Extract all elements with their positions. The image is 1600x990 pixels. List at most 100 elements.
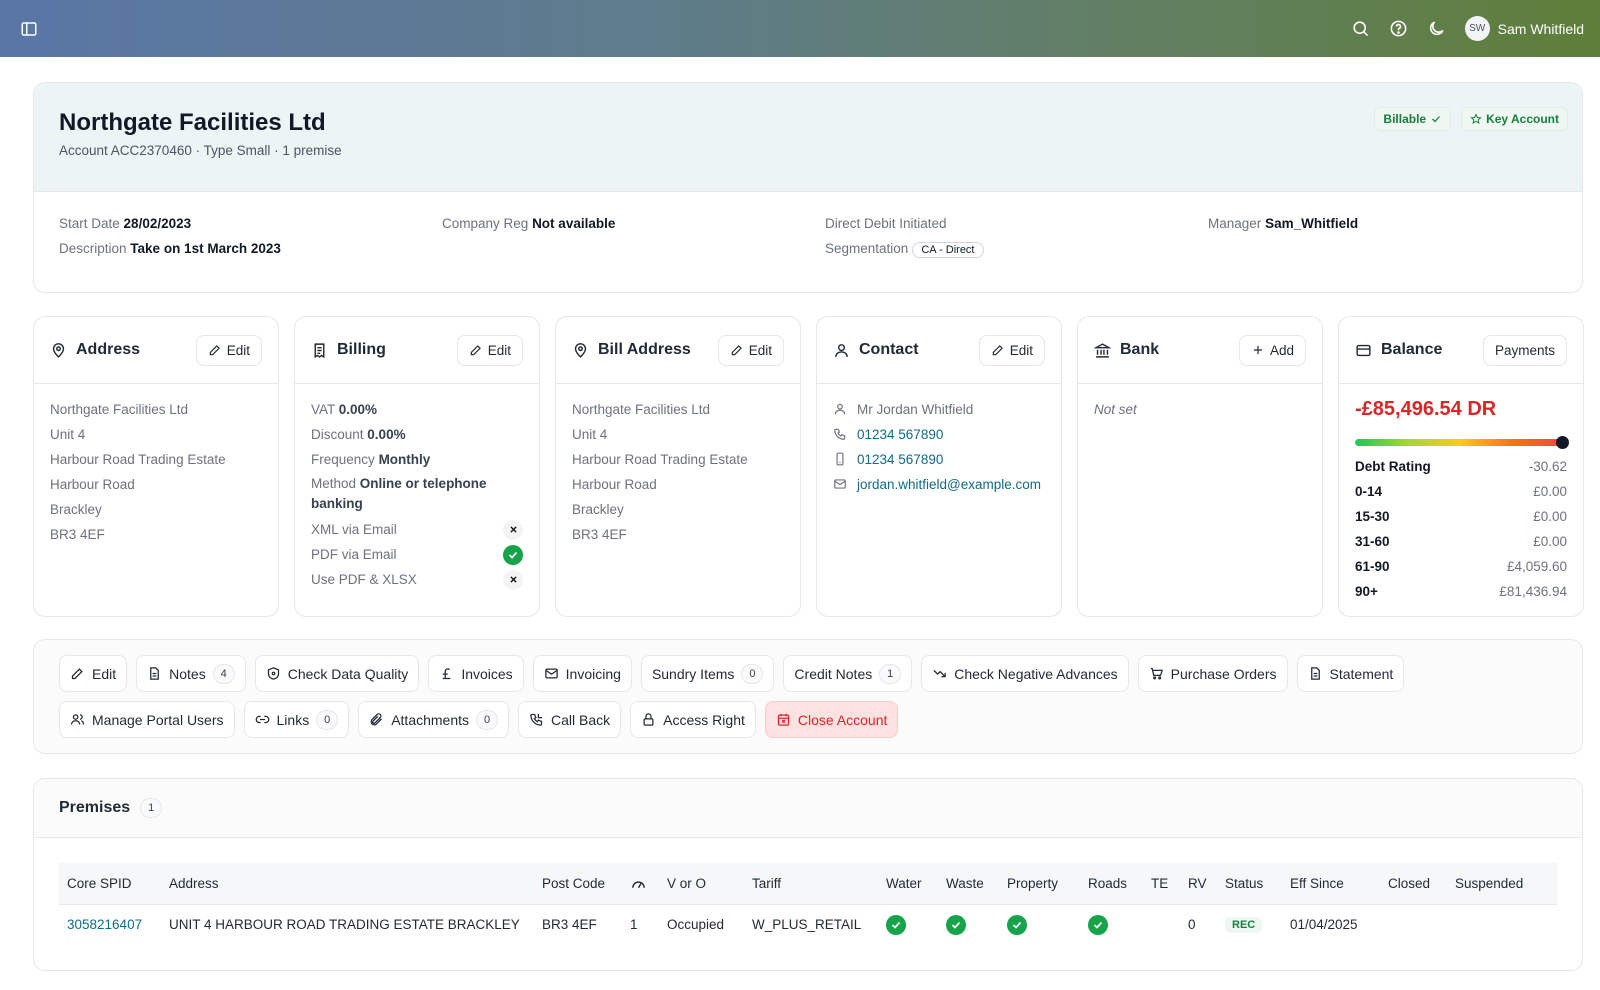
premise-meters: 1 xyxy=(630,917,638,933)
sundry-items-button[interactable]: Sundry Items 0 xyxy=(640,655,775,692)
col-closed[interactable]: Closed xyxy=(1380,863,1447,905)
col-waste[interactable]: Waste xyxy=(938,863,999,905)
edit-billing-button[interactable]: Edit xyxy=(456,334,523,366)
trending-down-icon xyxy=(933,669,946,678)
add-bank-button[interactable]: Add xyxy=(1238,334,1306,366)
contact-phone-row[interactable]: 01234 567890 xyxy=(833,422,1045,447)
links-button[interactable]: Links 0 xyxy=(243,701,350,738)
check-circle-icon xyxy=(503,544,523,565)
bank-icon xyxy=(1094,342,1111,359)
col-eff-since[interactable]: Eff Since xyxy=(1282,863,1380,905)
payments-button[interactable]: Payments xyxy=(1482,334,1567,366)
roads-check-icon xyxy=(1088,914,1108,935)
attachments-button[interactable]: Attachments 0 xyxy=(358,701,510,738)
bill-address-line: Harbour Road Trading Estate xyxy=(572,452,748,467)
col-address[interactable]: Address xyxy=(161,863,534,905)
premise-post-code: BR3 4EF xyxy=(542,917,597,933)
contact-name-row: Mr Jordan Whitfield xyxy=(833,397,1045,422)
shield-icon xyxy=(267,667,279,680)
paperclip-icon xyxy=(370,713,383,726)
balance-amount: -£85,496.54 DR xyxy=(1355,398,1497,420)
col-core-spid[interactable]: Core SPID xyxy=(59,863,161,905)
edit-account-button[interactable]: Edit xyxy=(59,655,128,692)
core-spid-link[interactable]: 3058216407 xyxy=(67,917,142,932)
check-negative-advances-button[interactable]: Check Negative Advances xyxy=(921,655,1129,692)
notes-count: 4 xyxy=(212,663,235,684)
contact-email-row[interactable]: jordan.whitfield@example.com xyxy=(833,472,1045,495)
panel-title: Contact xyxy=(859,341,919,358)
top-bar: SW Sam Whitfield xyxy=(0,0,1600,57)
address-line: Brackley xyxy=(50,502,102,517)
premises-count: 1 xyxy=(140,798,163,818)
bill-address-line: Unit 4 xyxy=(572,427,608,442)
bank-panel: Bank Add Not set xyxy=(1077,316,1323,617)
col-tariff[interactable]: Tariff xyxy=(744,863,878,905)
debt-row: 61-90 £4,059.60 xyxy=(1355,559,1567,574)
address-line: Northgate Facilities Ltd xyxy=(50,402,189,417)
call-back-button[interactable]: Call Back xyxy=(518,701,622,738)
sidebar-toggle-icon[interactable] xyxy=(20,20,38,38)
property-check-icon xyxy=(1007,914,1027,935)
status-badge: REC xyxy=(1225,917,1263,934)
invoices-button[interactable]: Invoices xyxy=(428,655,524,692)
billable-badge: Billable xyxy=(1374,107,1452,131)
bill-address-line: Brackley xyxy=(572,502,624,517)
purchase-orders-button[interactable]: Purchase Orders xyxy=(1137,655,1288,692)
direct-debit-field: Direct Debit Initiated xyxy=(825,216,947,231)
dark-mode-icon[interactable] xyxy=(1427,19,1446,38)
col-post-code[interactable]: Post Code xyxy=(534,863,622,905)
premise-suspended xyxy=(1447,904,1557,945)
col-meters[interactable] xyxy=(622,863,659,905)
edit-contact-button[interactable]: Edit xyxy=(978,334,1045,366)
discount-field: Discount 0.00% xyxy=(311,427,406,442)
bill-address-line: BR3 4EF xyxy=(572,527,627,542)
mobile-icon xyxy=(836,452,844,466)
debt-rating-bar xyxy=(1355,436,1569,449)
avatar: SW xyxy=(1464,16,1490,41)
col-suspended[interactable]: Suspended xyxy=(1447,863,1557,905)
water-check-icon xyxy=(886,914,906,935)
debt-row: 0-14 £0.00 xyxy=(1355,484,1567,499)
premise-eff-since: 01/04/2025 xyxy=(1290,917,1358,933)
edit-address-button[interactable]: Edit xyxy=(195,334,262,366)
access-right-button[interactable]: Access Right xyxy=(630,701,756,738)
user-menu[interactable]: SW Sam Whitfield xyxy=(1464,16,1584,41)
premise-te xyxy=(1143,904,1180,945)
close-account-button[interactable]: Close Account xyxy=(764,701,899,738)
address-line: Unit 4 xyxy=(50,427,86,442)
premise-closed xyxy=(1380,904,1447,945)
col-property[interactable]: Property xyxy=(999,863,1080,905)
col-status[interactable]: Status xyxy=(1217,863,1282,905)
col-roads[interactable]: Roads xyxy=(1080,863,1143,905)
bank-value: Not set xyxy=(1094,402,1137,417)
table-row[interactable]: 3058216407 UNIT 4 HARBOUR ROAD TRADING E… xyxy=(59,904,1557,945)
cross-icon xyxy=(503,519,523,540)
file-icon xyxy=(150,667,159,680)
invoicing-button[interactable]: Invoicing xyxy=(532,655,632,692)
premises-title: Premises xyxy=(59,799,131,816)
receipt-icon xyxy=(311,342,328,359)
panel-title: Address xyxy=(76,341,141,358)
address-line: Harbour Road Trading Estate xyxy=(50,452,226,467)
search-icon[interactable] xyxy=(1351,19,1370,38)
premise-address: UNIT 4 HARBOUR ROAD TRADING ESTATE BRACK… xyxy=(169,917,520,933)
notes-button[interactable]: Notes 4 xyxy=(136,655,246,692)
help-icon[interactable] xyxy=(1389,19,1408,38)
key-account-badge: Key Account xyxy=(1461,107,1568,131)
pdf-via-email-row: PDF via Email xyxy=(311,542,523,567)
star-icon xyxy=(1470,113,1482,125)
col-water[interactable]: Water xyxy=(878,863,938,905)
statement-button[interactable]: Statement xyxy=(1296,655,1405,692)
debt-row: 90+ £81,436.94 xyxy=(1355,584,1567,599)
credit-notes-button[interactable]: Credit Notes 1 xyxy=(783,655,913,692)
lock-icon xyxy=(643,713,654,726)
col-te[interactable]: TE xyxy=(1143,863,1180,905)
panel-title: Bank xyxy=(1120,341,1160,358)
check-data-quality-button[interactable]: Check Data Quality xyxy=(254,655,420,692)
contact-mobile-row[interactable]: 01234 567890 xyxy=(833,447,1045,472)
col-v-or-o[interactable]: V or O xyxy=(659,863,744,905)
edit-bill-address-button[interactable]: Edit xyxy=(717,334,784,366)
col-rv[interactable]: RV xyxy=(1180,863,1217,905)
plus-icon xyxy=(1253,345,1263,355)
manage-portal-users-button[interactable]: Manage Portal Users xyxy=(59,701,235,738)
